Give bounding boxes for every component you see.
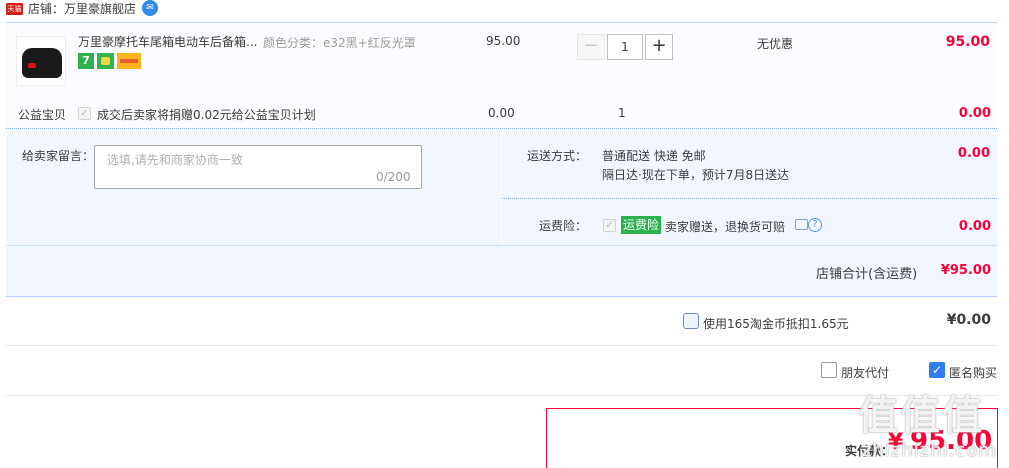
message-label: 给卖家留言： [22,149,95,163]
watermark-logo: 值值值 [858,393,984,439]
credit-card-icon [117,53,141,69]
friend-pay-label[interactable]: 朋友代付 [841,364,889,381]
watermark-url: zhizhizhi.com [862,440,997,461]
anonymous-label[interactable]: 匿名购买 [949,364,997,381]
charity-label: 公益宝贝 [18,108,67,122]
seven-day-return-icon: 7 [78,53,94,69]
discount-text: 无优惠 [757,37,794,51]
quantity-plus-button[interactable]: + [645,34,673,60]
shipping-fee: 0.00 [957,146,990,161]
unit-price: 95.00 [486,34,521,48]
insurance-fee: 0.00 [958,219,991,234]
coin-checkbox[interactable] [683,313,699,329]
chat-bubble-icon[interactable]: ✉ [142,0,158,16]
quantity-minus-button[interactable]: − [577,34,605,60]
insurance-tag: 运费险 [621,216,662,234]
comment-icon[interactable] [795,219,808,230]
charity-text: 成交后卖家将捐赠0.02元给公益宝贝计划 [97,108,316,122]
product-title[interactable]: 万里豪摩托车尾箱电动车后备箱... [78,34,257,50]
question-circle-icon[interactable]: ? [808,218,822,232]
divider [6,395,997,396]
coin-text[interactable]: 使用165淘金币抵扣1.65元 [703,315,849,332]
anonymous-checkbox[interactable]: ✓ [929,362,945,378]
message-counter: 0/200 [376,170,411,184]
divider [6,345,997,346]
item-total: 95.00 [945,34,990,50]
gift-icon [97,53,114,69]
shipping-method: 普通配送 快递 免邮 [602,149,706,163]
charity-qty: 1 [618,106,626,120]
coin-value: ¥0.00 [946,312,991,328]
insurance-label: 运费险： [539,219,588,233]
shop-total-value: ¥95.00 [940,263,991,278]
friend-pay-checkbox[interactable] [821,362,837,378]
product-image-reflector [28,63,36,68]
shop-name[interactable]: 店铺：万里豪旗舰店 [28,1,136,17]
charity-checkbox: ✓ [78,107,91,120]
product-sku: 颜色分类：e32黑+红反光罩 [263,36,416,50]
message-placeholder: 选填,请先和商家协商一致 [107,153,243,167]
shipping-label: 运送方式： [527,149,588,163]
tmall-logo-icon: 天猫 [6,3,23,15]
shipping-eta: 隔日达·现在下单，预计7月8日送达 [602,168,790,182]
shop-total-label: 店铺合计(含运费) [816,267,918,282]
insurance-checkbox: ✓ [603,219,616,232]
quantity-input[interactable] [607,34,643,60]
charity-price: 0.00 [488,106,515,120]
insurance-text: 卖家赠送，退换货可赔 [665,220,786,234]
charity-total: 0.00 [958,106,991,121]
